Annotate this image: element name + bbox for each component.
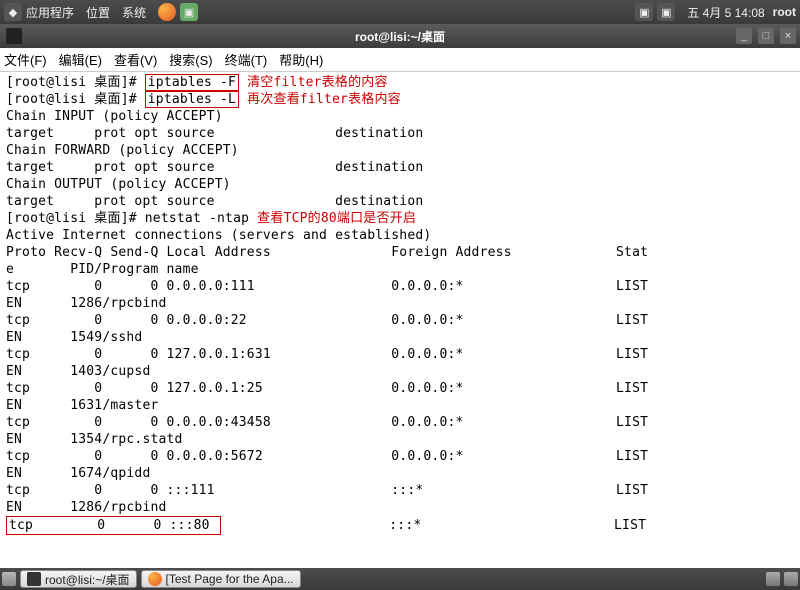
menu-terminal[interactable]: 终端(T) [225, 50, 268, 69]
close-button[interactable]: × [780, 28, 796, 44]
menu-file[interactable]: 文件(F) [4, 50, 47, 69]
netstat-row: EN 1674/qpidd [6, 465, 794, 482]
output-line: Chain OUTPUT (policy ACCEPT) [6, 176, 794, 193]
tray-icon-2[interactable]: ▣ [657, 3, 675, 21]
netstat-row: tcp 0 0 0.0.0.0:5672 0.0.0.0:* LIST [6, 448, 794, 465]
output-line: Chain INPUT (policy ACCEPT) [6, 108, 794, 125]
launcher-icon[interactable]: ▣ [180, 3, 198, 21]
clock-text: 五 4月 5 14:08 [687, 4, 764, 21]
tray-icon[interactable] [766, 572, 780, 586]
workspace-switcher-icon[interactable] [784, 572, 798, 586]
terminal-content[interactable]: [root@lisi 桌面]# iptables -F 清空filter表格的内… [0, 72, 800, 568]
netstat-row: tcp 0 0 0.0.0.0:22 0.0.0.0:* LIST [6, 312, 794, 329]
netstat-row: EN 1354/rpc.statd [6, 431, 794, 448]
user-label[interactable]: root [773, 5, 796, 19]
taskbar-item-terminal[interactable]: root@lisi:~/桌面 [20, 570, 137, 588]
netstat-row: EN 1286/rpcbind [6, 499, 794, 516]
taskbar-item-firefox[interactable]: [Test Page for the Apa... [141, 570, 301, 588]
output-line: Proto Recv-Q Send-Q Local Address Foreig… [6, 244, 794, 261]
gnome-top-panel: ◆ 应用程序 位置 系统 ▣ ▣ ▣ 五 4月 5 14:08 root [0, 0, 800, 24]
output-line: target prot opt source destination [6, 159, 794, 176]
netstat-row: tcp 0 0 127.0.0.1:25 0.0.0.0:* LIST [6, 380, 794, 397]
menu-help[interactable]: 帮助(H) [279, 50, 323, 69]
taskbar-label: [Test Page for the Apa... [166, 572, 294, 586]
cmd-netstat: netstat -ntap [145, 211, 249, 226]
menu-system[interactable]: 系统 [122, 4, 146, 21]
terminal-menu-bar: 文件(F) 编辑(E) 查看(V) 搜索(S) 终端(T) 帮助(H) [0, 48, 800, 72]
apps-icon[interactable]: ◆ [4, 3, 22, 21]
prompt: [root@lisi 桌面]# [6, 75, 145, 90]
menu-applications[interactable]: 应用程序 [26, 4, 74, 21]
firefox-icon [148, 572, 162, 586]
menu-edit[interactable]: 编辑(E) [59, 50, 102, 69]
menu-places[interactable]: 位置 [86, 4, 110, 21]
output-line: target prot opt source destination [6, 125, 794, 142]
minimize-button[interactable]: _ [736, 28, 752, 44]
annotation-3: 查看TCP的80端口是否开启 [249, 211, 416, 226]
firefox-icon[interactable] [158, 3, 176, 21]
netstat-row: EN 1286/rpcbind [6, 295, 794, 312]
maximize-button[interactable]: □ [758, 28, 774, 44]
window-title: root@lisi:~/桌面 [0, 28, 800, 45]
cmd-iptables-f: iptables -F [145, 74, 239, 91]
terminal-icon [27, 572, 41, 586]
menu-search[interactable]: 搜索(S) [169, 50, 212, 69]
output-line: e PID/Program name [6, 261, 794, 278]
tray-icon[interactable]: ▣ [635, 3, 653, 21]
annotation-2: 再次查看filter表格内容 [239, 92, 401, 107]
netstat-row-tail: :::* LIST [221, 518, 646, 533]
netstat-row: tcp 0 0 0.0.0.0:43458 0.0.0.0:* LIST [6, 414, 794, 431]
cmd-iptables-l: iptables -L [145, 91, 239, 108]
netstat-row: tcp 0 0 0.0.0.0:111 0.0.0.0:* LIST [6, 278, 794, 295]
gnome-bottom-panel: root@lisi:~/桌面 [Test Page for the Apa... [0, 568, 800, 590]
output-line: Active Internet connections (servers and… [6, 227, 794, 244]
prompt: [root@lisi 桌面]# [6, 92, 145, 107]
netstat-row: EN 1631/master [6, 397, 794, 414]
netstat-row: tcp 0 0 :::111 :::* LIST [6, 482, 794, 499]
window-title-bar[interactable]: root@lisi:~/桌面 _ □ × [0, 24, 800, 48]
netstat-row: EN 1403/cupsd [6, 363, 794, 380]
menu-view[interactable]: 查看(V) [114, 50, 157, 69]
output-line: Chain FORWARD (policy ACCEPT) [6, 142, 794, 159]
netstat-row: EN 1549/sshd [6, 329, 794, 346]
annotation-1: 清空filter表格的内容 [239, 75, 388, 90]
prompt: [root@lisi 桌面]# [6, 211, 145, 226]
highlighted-port-80: tcp 0 0 :::80 [6, 516, 221, 535]
output-line: target prot opt source destination [6, 193, 794, 210]
taskbar-label: root@lisi:~/桌面 [45, 571, 130, 588]
show-desktop-icon[interactable] [2, 572, 16, 586]
netstat-row: tcp 0 0 127.0.0.1:631 0.0.0.0:* LIST [6, 346, 794, 363]
